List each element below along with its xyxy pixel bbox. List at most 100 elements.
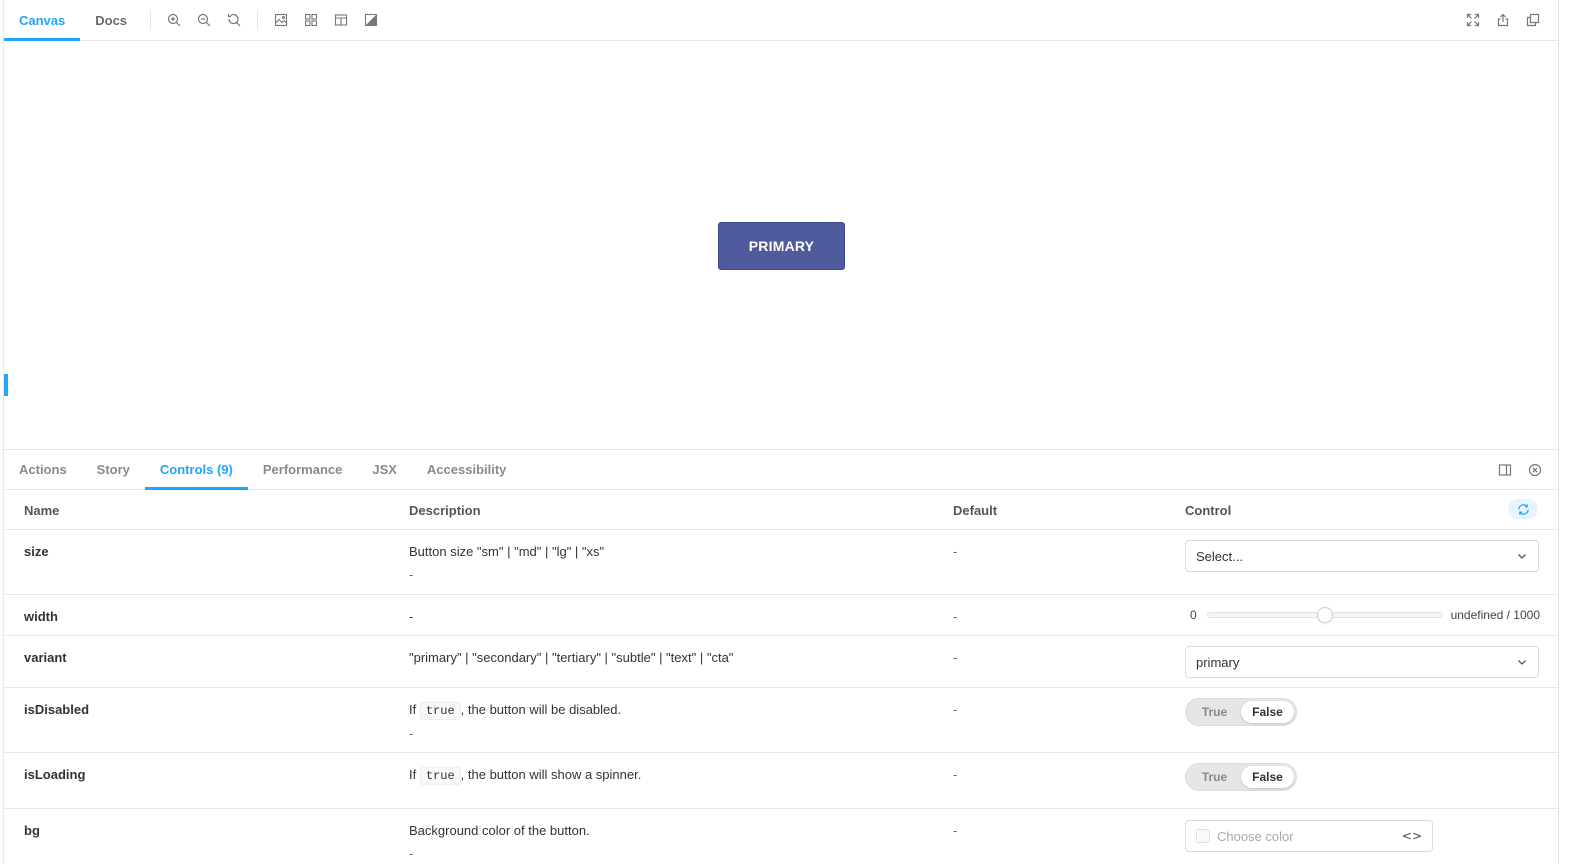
panel-actions [1494,450,1558,489]
toggle-true[interactable]: True [1188,701,1241,723]
prop-name: isDisabled [24,702,90,717]
tab-canvas[interactable]: Canvas [4,0,81,41]
size-select[interactable]: Select... [1185,540,1539,572]
tabs-spacer [521,450,1494,489]
zoom-in-icon [167,13,181,27]
addons-tabs: Actions Story Controls (9) Performance J… [4,450,1558,490]
description-text: Background color of the button. [409,823,590,838]
close-circle-icon [1528,463,1542,476]
tab-controls[interactable]: Controls (9) [144,450,248,490]
table-row-width: width - - 0 undefined / 1000 [4,595,1558,636]
panel-layout-icon [1498,463,1512,476]
prop-name: isLoading [24,767,86,782]
description-sub: - [409,846,414,861]
range-min: 0 [1190,608,1197,622]
tab-actions[interactable]: Actions [4,450,82,489]
grid-icon [304,13,318,27]
column-description: Description [409,503,481,518]
share-button[interactable] [1488,0,1518,40]
grid-button[interactable] [296,0,326,40]
table-row-isdisabled: isDisabled If true, the button will be d… [4,688,1558,753]
toggle-true[interactable]: True [1188,766,1241,788]
theme-button[interactable] [356,0,386,40]
background-button[interactable] [266,0,296,40]
description-sub: - [409,567,414,582]
prop-default: - [953,650,958,665]
panel-orientation-button[interactable] [1494,463,1516,477]
variant-select-value: primary [1196,654,1240,670]
size-select-value: Select... [1196,548,1243,564]
prop-default: - [953,702,958,717]
table-row-variant: variant "primary" | "secondary" | "terti… [4,636,1558,688]
width-slider[interactable] [1206,607,1443,623]
description-prefix: If [409,702,417,717]
isloading-toggle[interactable]: True False [1185,763,1297,791]
tab-story[interactable]: Story [82,450,145,489]
prop-description: Button size "sm" | "md" | "lg" | "xs" - [409,544,604,583]
prop-name: width [24,609,58,624]
variant-select[interactable]: primary [1185,646,1539,678]
copy-icon [1526,13,1540,27]
prop-default: - [953,609,958,624]
zoom-reset-button[interactable] [219,0,249,40]
width-range-control: 0 undefined / 1000 [1190,606,1540,624]
toggle-false[interactable]: False [1241,701,1294,723]
prop-name: bg [24,823,40,838]
table-row-isloading: isLoading If true, the button will show … [4,753,1558,809]
tab-docs[interactable]: Docs [80,0,142,40]
zoom-out-button[interactable] [189,0,219,40]
column-control: Control [1185,503,1232,518]
description-prefix: If [409,767,417,782]
toolbar-divider [150,10,152,30]
tab-accessibility[interactable]: Accessibility [412,450,522,489]
viewport-icon [334,14,348,26]
viewport-button[interactable] [326,0,356,40]
zoom-in-button[interactable] [159,0,189,40]
code-toggle-icon[interactable]: <> [1402,829,1422,843]
zoom-out-icon [197,13,211,27]
share-icon [1497,13,1509,27]
story-canvas: PRIMARY [4,41,1558,449]
panel-close-button[interactable] [1524,463,1546,477]
range-value-label: undefined / 1000 [1450,608,1540,622]
prop-name: size [24,544,49,559]
chevron-down-icon [1518,660,1526,665]
refresh-icon [1517,503,1529,515]
tab-performance[interactable]: Performance [248,450,357,489]
toggle-false[interactable]: False [1241,766,1294,788]
table-row-bg: bg Background color of the button. - - C… [4,809,1558,864]
zoom-reset-icon [227,13,241,27]
theme-icon [364,13,378,27]
description-suffix: , the button will show a spinner. [460,767,642,782]
prop-default: - [953,767,958,782]
prop-description: Background color of the button. - [409,823,590,862]
tab-jsx[interactable]: JSX [357,450,412,489]
primary-story-button[interactable]: PRIMARY [718,222,845,270]
prop-description: If true, the button will show a spinner. [409,767,642,785]
prop-description: - [409,609,413,625]
copy-link-button[interactable] [1518,0,1548,40]
storybook-app: Canvas Docs PRIMARY Actions Story Contro… [3,0,1559,864]
description-text: Button size "sm" | "md" | "lg" | "xs" [409,544,605,559]
chevron-down-icon [1518,554,1526,559]
color-swatch[interactable] [1196,829,1210,843]
column-default: Default [953,503,998,518]
description-code: true [419,767,461,785]
background-icon [274,13,288,27]
prop-description: If true, the button will be disabled. - [409,702,621,742]
controls-table-header: Name Description Default Control [4,490,1558,530]
description-code: true [419,702,461,720]
prop-description: "primary" | "secondary" | "tertiary" | "… [409,650,733,666]
toolbar-end-pad [1548,0,1558,40]
fullscreen-icon [1466,13,1480,27]
table-row-size: size Button size "sm" | "md" | "lg" | "x… [4,530,1558,595]
isdisabled-toggle[interactable]: True False [1185,698,1297,726]
fullscreen-button[interactable] [1458,0,1488,40]
toolbar-divider [257,10,259,30]
description-text: "primary" | "secondary" | "tertiary" | "… [409,650,734,665]
description-suffix: , the button will be disabled. [460,702,622,717]
bg-color-input[interactable]: Choose color <> [1185,820,1433,852]
reset-controls-button[interactable] [1508,499,1538,519]
slider-thumb[interactable] [1316,607,1333,623]
